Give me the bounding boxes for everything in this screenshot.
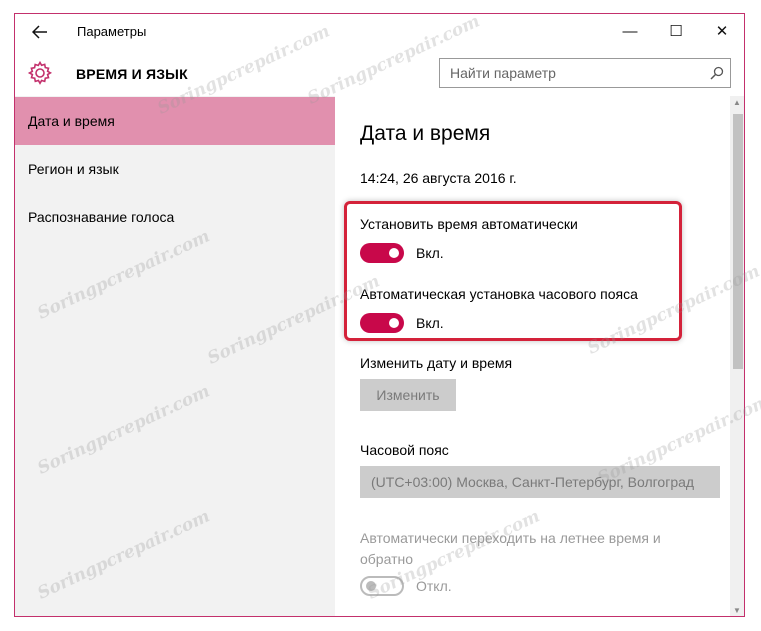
title-bar: Параметры — ☐ ✕ [15,14,744,50]
page-title: Дата и время [360,122,491,145]
change-datetime-label: Изменить дату и время [360,355,513,371]
sidebar-item-region-language[interactable]: Регион и язык [15,145,335,193]
section-title: ВРЕМЯ И ЯЗЫК [76,66,188,82]
timezone-label: Часовой пояс [360,442,449,458]
scroll-down-icon[interactable]: ▼ [733,606,741,615]
dst-state: Откл. [416,578,452,594]
minimize-button[interactable]: — [607,14,653,48]
back-arrow-icon [32,25,47,39]
sidebar-item-date-time[interactable]: Дата и время [15,97,335,145]
search-box[interactable]: Найти параметр [439,58,731,88]
auto-time-toggle[interactable] [360,243,404,263]
auto-time-label: Установить время автоматически [360,216,578,232]
auto-timezone-state: Вкл. [416,315,444,331]
auto-time-state: Вкл. [416,245,444,261]
dst-label-line1: Автоматически переходить на летнее время… [360,530,661,546]
vertical-scrollbar[interactable]: ▲ ▼ [730,96,744,616]
gear-icon [27,60,53,85]
timezone-select[interactable]: (UTC+03:00) Москва, Санкт-Петербург, Вол… [360,466,720,498]
current-datetime: 14:24, 26 августа 2016 г. [360,170,517,186]
dst-label-line2: обратно [360,551,413,567]
settings-header: ВРЕМЯ И ЯЗЫК Найти параметр [15,50,744,96]
search-icon[interactable] [710,66,724,80]
auto-timezone-label: Автоматическая установка часового пояса [360,286,638,302]
close-button[interactable]: ✕ [699,14,744,48]
scroll-thumb[interactable] [733,114,743,369]
back-button[interactable] [25,20,55,44]
dst-toggle[interactable] [360,576,404,596]
toggle-knob [389,318,399,328]
sidebar-item-speech[interactable]: Распознавание голоса [15,193,335,241]
maximize-button[interactable]: ☐ [653,14,699,48]
auto-timezone-toggle[interactable] [360,313,404,333]
settings-window: Параметры — ☐ ✕ ВРЕМЯ И ЯЗЫК Найти парам… [14,13,745,617]
sidebar: Дата и время Регион и язык Распознавание… [15,96,335,616]
main-content: Дата и время 14:24, 26 августа 2016 г. У… [335,96,730,616]
toggle-knob [389,248,399,258]
search-input[interactable]: Найти параметр [450,65,556,81]
window-title: Параметры [77,24,147,39]
change-datetime-button[interactable]: Изменить [360,379,456,411]
scroll-up-icon[interactable]: ▲ [733,98,741,107]
toggle-knob [366,581,376,591]
